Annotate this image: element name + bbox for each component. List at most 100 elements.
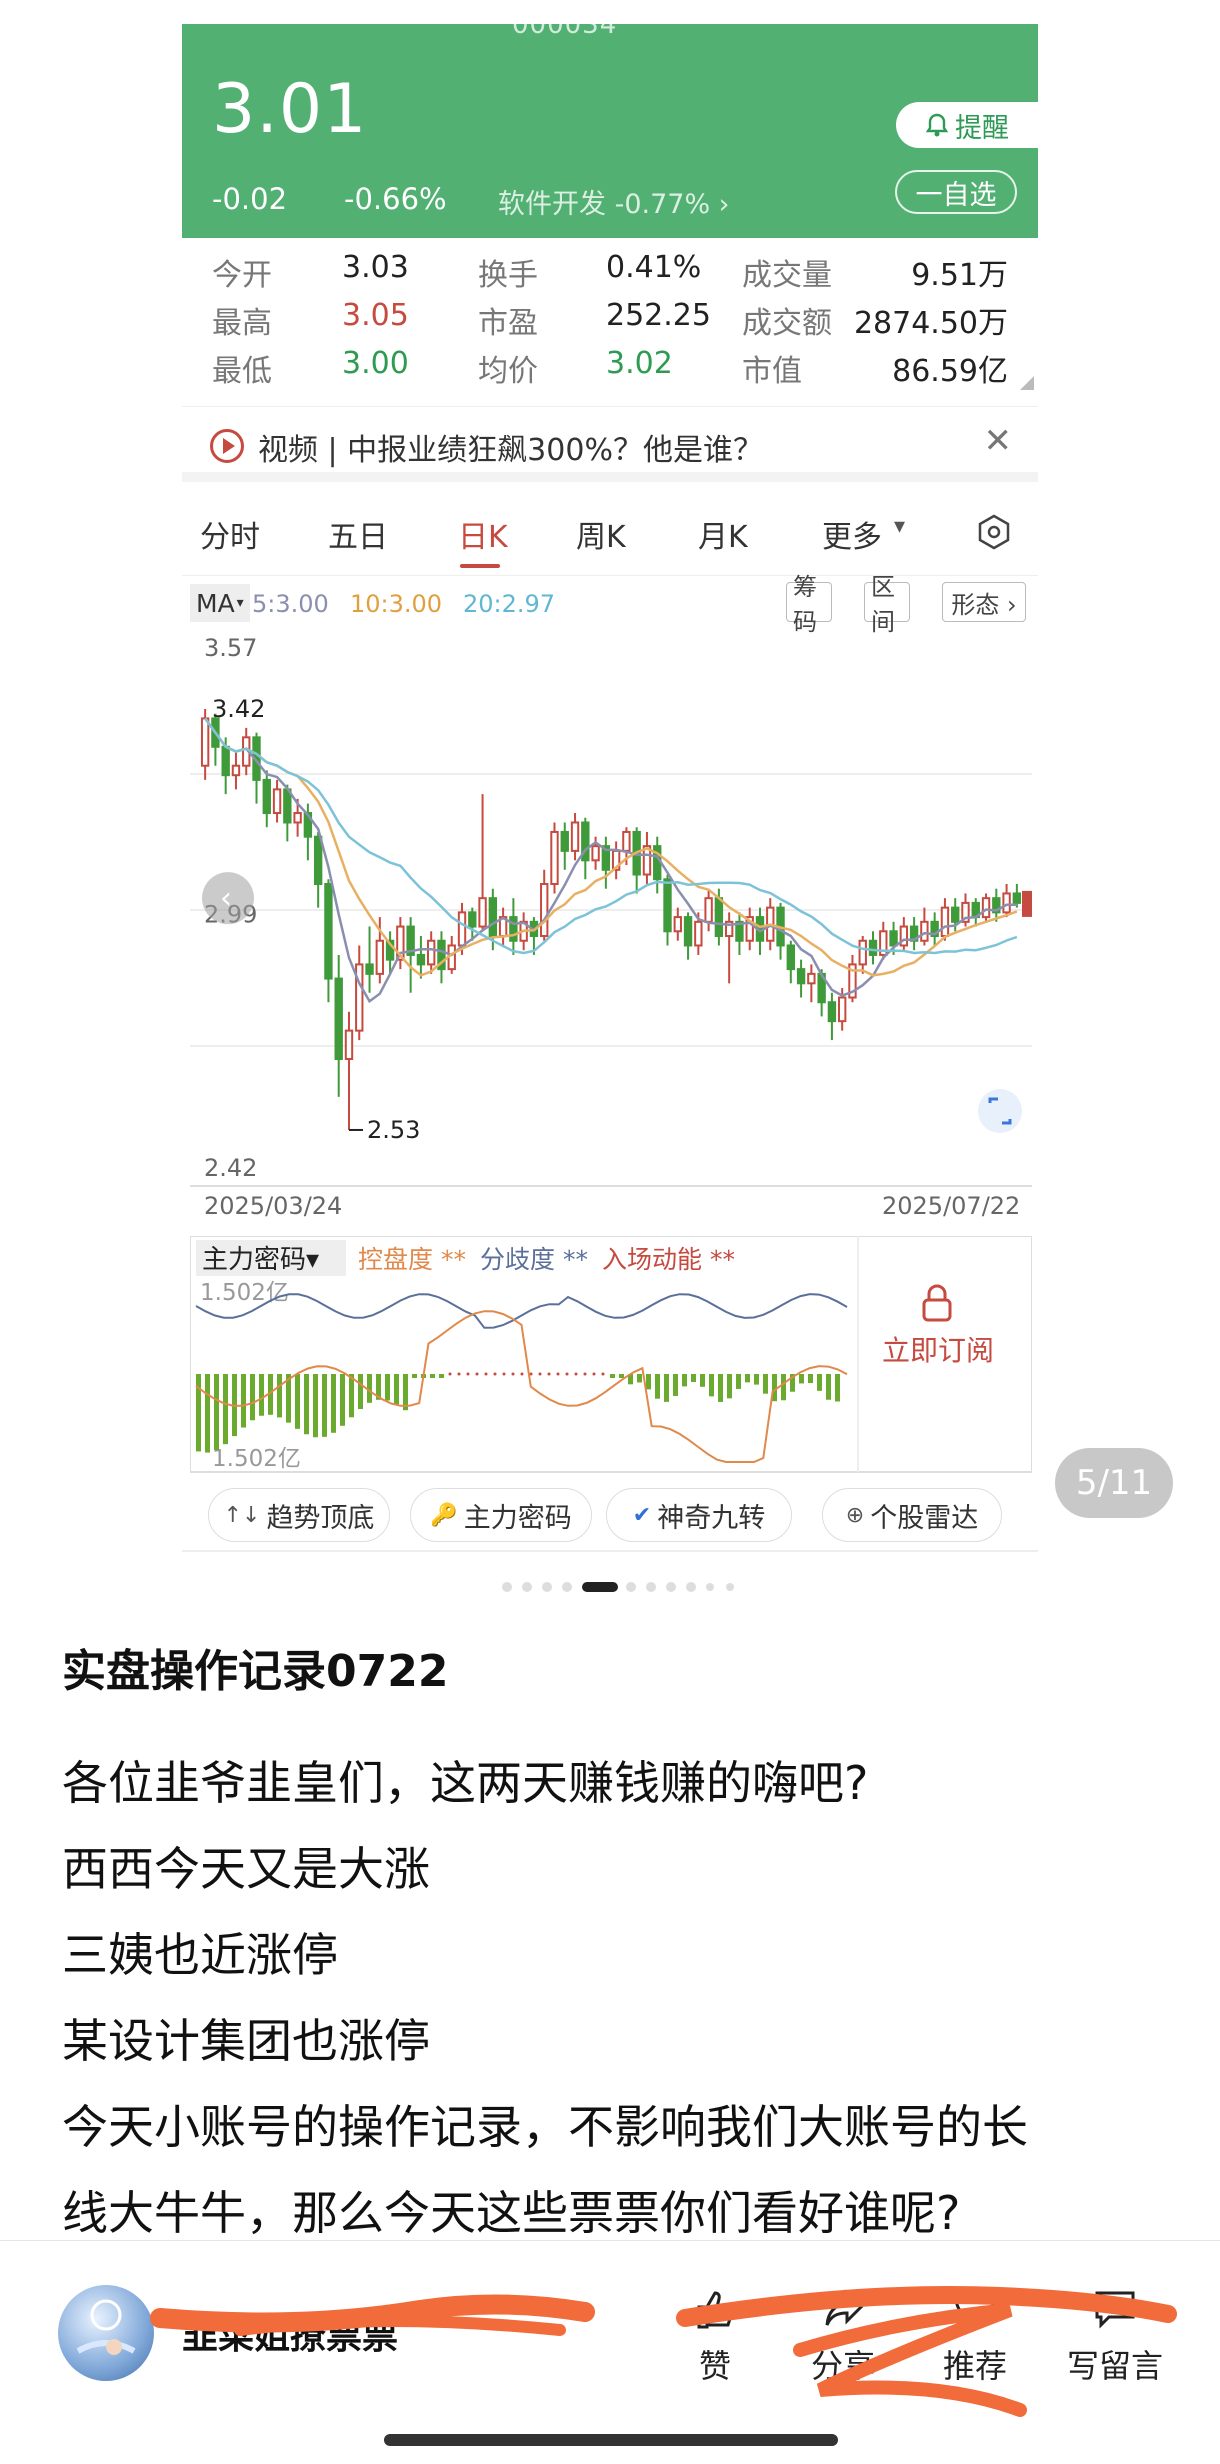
post-line: 某设计集团也涨停 bbox=[62, 2014, 430, 2068]
author-name[interactable]: 韭菜姐撩票票 bbox=[182, 2307, 398, 2359]
post-lines: 各位韭爷韭皇们，这两天赚钱赚的嗨吧? 西西今天又是大涨 三姨也近涨停 某设计集团也涨停… bbox=[62, 1740, 1172, 2256]
ma-selector[interactable]: MA ▾ bbox=[190, 584, 250, 622]
tab-2[interactable]: 日K bbox=[458, 512, 508, 556]
candle-body bbox=[868, 939, 878, 956]
expand-corner-icon[interactable] bbox=[1020, 376, 1034, 390]
carousel-dot[interactable] bbox=[522, 1582, 532, 1592]
carousel-dot[interactable] bbox=[582, 1582, 618, 1592]
tab-0[interactable]: 分时 bbox=[200, 512, 260, 556]
share-button[interactable]: 分享 bbox=[788, 2285, 898, 2387]
stats-row: 最高 3.05 市盈 252.25 成交额 2874.50万 bbox=[182, 298, 1038, 344]
tool-button-1[interactable]: 🔑 主力密码 bbox=[410, 1488, 592, 1542]
price-change-pct: -0.66% bbox=[344, 182, 447, 216]
candle-body bbox=[344, 1029, 354, 1061]
indicator-bar bbox=[412, 1374, 417, 1378]
tab-5[interactable]: 更多 bbox=[822, 512, 882, 556]
carousel-dot[interactable] bbox=[726, 1583, 734, 1591]
candle-body bbox=[858, 939, 867, 966]
carousel-dot[interactable] bbox=[666, 1582, 676, 1592]
candle-body bbox=[478, 897, 487, 928]
remind-button[interactable]: 提醒 bbox=[896, 102, 1038, 148]
indicator-bar bbox=[610, 1374, 615, 1378]
fullscreen-icon[interactable] bbox=[978, 1089, 1022, 1134]
share-label: 分享 bbox=[810, 2347, 875, 2385]
stat-label: 均价 bbox=[478, 354, 538, 389]
settings-icon[interactable] bbox=[976, 514, 1012, 550]
like-label: 赞 bbox=[698, 2347, 731, 2385]
stat-label: 最低 bbox=[212, 354, 272, 389]
indicator-bar bbox=[259, 1374, 264, 1416]
indicator-bar bbox=[781, 1374, 786, 1401]
indicator-bar bbox=[277, 1374, 282, 1418]
video-banner[interactable]: 视频 | 中报业绩狂飙300%？他是谁？ ✕ bbox=[182, 406, 1038, 482]
candle-body bbox=[560, 830, 569, 852]
candle-body bbox=[683, 916, 693, 947]
tab-4[interactable]: 月K bbox=[698, 512, 748, 556]
tool-button-0[interactable]: ↑↓ 趋势顶底 bbox=[208, 1488, 390, 1542]
candle-body bbox=[231, 764, 241, 777]
indicator-bar bbox=[475, 1372, 479, 1376]
chip-pattern[interactable]: 形态 › bbox=[942, 582, 1026, 622]
share-icon bbox=[825, 2289, 864, 2326]
chip-chouma[interactable]: 筹码 bbox=[786, 573, 832, 636]
tool-button-3[interactable]: ⊕ 个股雷达 bbox=[822, 1488, 1002, 1542]
carousel-dot[interactable] bbox=[706, 1583, 714, 1591]
watchlist-button[interactable]: 一自选 bbox=[895, 170, 1017, 214]
y-tick-label: 3.57 bbox=[204, 634, 257, 662]
tool-label: 神奇九转 bbox=[657, 1502, 766, 1534]
remind-label: 提醒 bbox=[955, 112, 1009, 144]
high-label: 3.42 bbox=[212, 695, 265, 723]
indicator-bar bbox=[673, 1374, 678, 1396]
key-icon: 🔑 bbox=[430, 1502, 458, 1528]
carousel-dot[interactable] bbox=[686, 1582, 696, 1592]
indicator-bar bbox=[691, 1374, 696, 1383]
indicator-bar bbox=[385, 1374, 390, 1401]
carousel-dot[interactable] bbox=[562, 1582, 572, 1592]
tab-3[interactable]: 周K bbox=[576, 512, 626, 556]
indicator-bar bbox=[502, 1372, 506, 1376]
page-counter: 5/11 bbox=[1055, 1448, 1173, 1518]
candle-body bbox=[221, 745, 230, 777]
candle-body bbox=[262, 778, 271, 815]
tool-button-2[interactable]: ✔ 神奇九转 bbox=[606, 1488, 792, 1542]
close-icon[interactable]: ✕ bbox=[984, 421, 1013, 461]
tab-underline bbox=[460, 564, 500, 568]
carousel-dot[interactable] bbox=[626, 1582, 636, 1592]
tool-label: 趋势顶底 bbox=[266, 1502, 375, 1534]
kline-chart[interactable]: 3.572.992.423.422.532025/03/242025/07/22… bbox=[190, 626, 1040, 1226]
candle-body bbox=[540, 882, 549, 938]
stat-label: 市盈 bbox=[478, 306, 538, 341]
indicator-bar bbox=[511, 1372, 515, 1376]
stat-value: 9.51万 bbox=[911, 258, 1008, 293]
carousel-dots bbox=[502, 1580, 734, 1594]
post-line: 各位韭爷韭皇们，这两天赚钱赚的嗨吧? bbox=[62, 1756, 869, 1810]
sector-link[interactable]: 软件开发 -0.77% › bbox=[498, 182, 729, 221]
indicator-bar bbox=[592, 1372, 596, 1376]
chip-range[interactable]: 区间 bbox=[864, 573, 910, 636]
post-line: 三姨也近涨停 bbox=[62, 1928, 338, 1982]
carousel-dot[interactable] bbox=[502, 1582, 512, 1592]
indicator-bar bbox=[709, 1374, 714, 1397]
indicator-bar bbox=[538, 1372, 542, 1376]
carousel-dot[interactable] bbox=[542, 1582, 552, 1592]
candle-body bbox=[293, 812, 302, 824]
candle-body bbox=[334, 977, 343, 1061]
like-button[interactable]: 赞 bbox=[660, 2285, 770, 2387]
carousel-dot[interactable] bbox=[646, 1582, 656, 1592]
author-avatar[interactable] bbox=[58, 2285, 154, 2381]
post-line: 今天小账号的操作记录，不影响我们大账号的长 bbox=[62, 2100, 1028, 2154]
stat-value: 3.03 bbox=[342, 250, 409, 285]
home-indicator[interactable] bbox=[384, 2434, 838, 2446]
indicator-bar bbox=[817, 1374, 822, 1391]
subscribe-button[interactable]: 立即订阅 bbox=[882, 1334, 994, 1367]
stat-value: 3.00 bbox=[342, 346, 409, 381]
indicator-bar bbox=[304, 1374, 309, 1435]
comment-button[interactable]: 写留言 bbox=[1050, 2285, 1180, 2387]
indicator-bar bbox=[547, 1372, 551, 1376]
x-end-label: 2025/07/22 bbox=[882, 1192, 1020, 1220]
tab-1[interactable]: 五日 bbox=[328, 512, 388, 556]
tool-label: 个股雷达 bbox=[870, 1502, 979, 1534]
recommend-button[interactable]: 推荐 bbox=[920, 2285, 1030, 2387]
bottom-action-bar: 韭菜姐撩票票 赞 分享 推荐 写留言 bbox=[0, 2240, 1220, 2464]
ma10-value: 10:3.00 bbox=[350, 590, 443, 618]
